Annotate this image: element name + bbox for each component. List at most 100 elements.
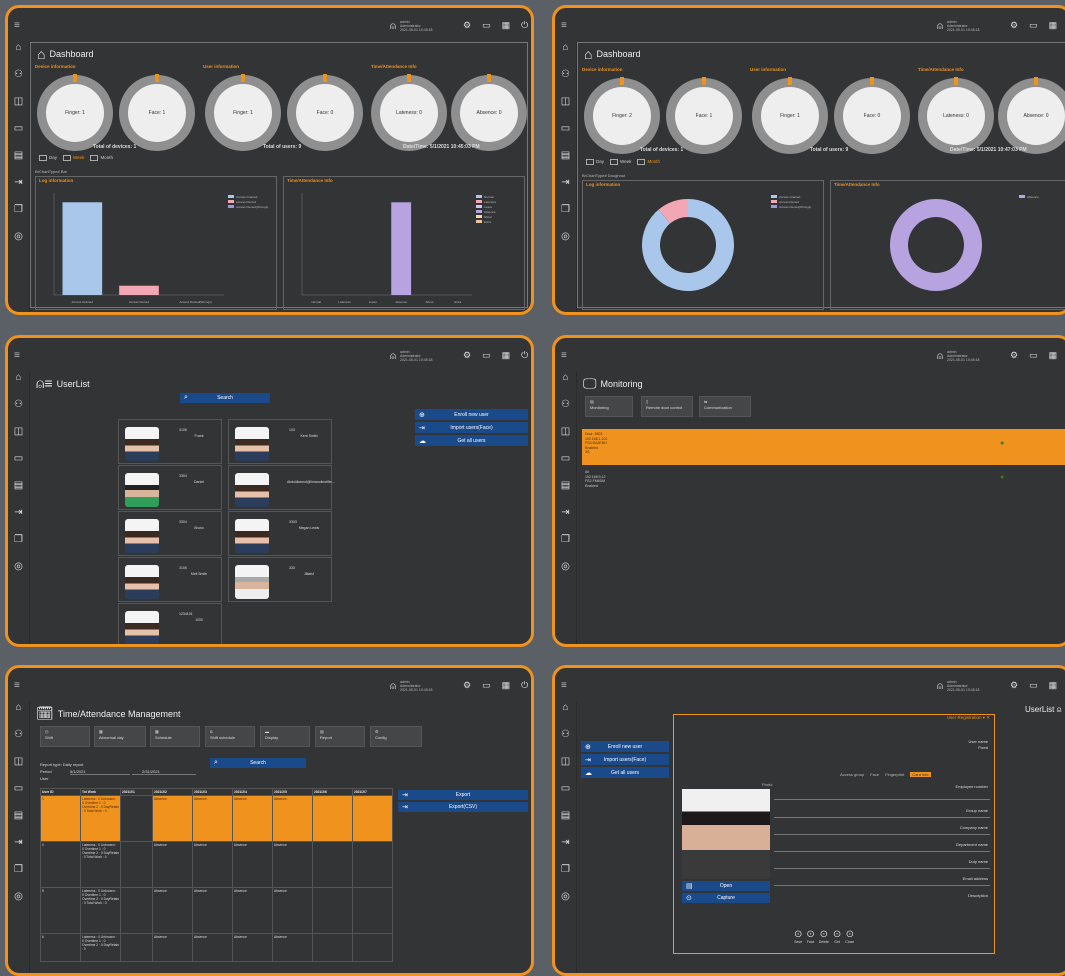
globe-icon[interactable]: ◎ <box>555 561 576 588</box>
user-card[interactable]: 3106 Frank <box>118 419 222 464</box>
calendar-icon[interactable]: ▦ <box>1049 350 1058 361</box>
gear-icon[interactable]: ⚙ <box>463 20 471 31</box>
get-button[interactable]: ⊙ Get <box>833 929 841 944</box>
report-icon[interactable]: ▤ <box>8 810 29 837</box>
search-button[interactable]: ⌕ Search <box>210 758 306 768</box>
calendar-icon[interactable]: ▦ <box>502 350 511 361</box>
abnormal-day-button[interactable]: ▦ Abnormal day <box>94 726 146 747</box>
menu-icon[interactable]: ≡ <box>14 680 20 691</box>
export-button[interactable]: ⇥ Export <box>398 790 528 800</box>
user-card[interactable]: 3303 Megan Lewis <box>228 511 332 556</box>
access-group-button[interactable]: Access group <box>840 772 864 777</box>
device-icon[interactable]: ◫ <box>555 426 576 453</box>
exit-icon[interactable]: ⇥ <box>555 507 576 534</box>
report-type-select[interactable]: Report type: Daily report <box>40 762 83 767</box>
gear-icon[interactable]: ⚙ <box>1010 680 1018 691</box>
users-icon[interactable]: ⚇ <box>8 69 29 96</box>
user-card[interactable]: Abdoliikamol@ilmanoilnotifie... <box>228 465 335 510</box>
save-button[interactable]: ⊙ Save <box>794 929 802 944</box>
user-card[interactable]: 1234101 1000 <box>118 603 222 644</box>
close-button[interactable]: ⊙ Close <box>845 929 854 944</box>
device-icon[interactable]: ◫ <box>555 756 576 783</box>
menu-icon[interactable]: ≡ <box>14 20 20 31</box>
globe-icon[interactable]: ◎ <box>8 231 29 258</box>
home-icon[interactable]: ⌂ <box>8 372 29 399</box>
fixed-field[interactable]: Fixed <box>978 745 988 750</box>
monitor-icon[interactable]: ▭ <box>482 20 491 31</box>
device-icon[interactable]: ◫ <box>8 756 29 783</box>
config-button[interactable]: ⚙ Config <box>370 726 422 747</box>
device-icon[interactable]: ◫ <box>555 96 576 123</box>
home-icon[interactable]: ⌂ <box>555 42 576 69</box>
power-icon[interactable]: ⏻ <box>521 680 528 691</box>
exit-icon[interactable]: ⇥ <box>8 837 29 864</box>
chart-type-label[interactable]: BrChartType# Doughnut <box>582 173 625 178</box>
monitor-icon[interactable]: ▭ <box>555 453 576 480</box>
get-all-users-button[interactable]: ☁ Get all users <box>415 435 528 446</box>
exit-icon[interactable]: ⇥ <box>555 177 576 204</box>
capture-button[interactable]: ⊙ Capture <box>682 893 770 903</box>
users-icon[interactable]: ⚇ <box>8 729 29 756</box>
enroll-user-button[interactable]: ⊕ Enroll new user <box>415 409 528 420</box>
user-info[interactable]: ⍝ admin Administrator 2021-05-01 10:45:18 <box>390 680 433 692</box>
copy-icon[interactable]: ❐ <box>8 534 29 561</box>
calendar-icon[interactable]: ▦ <box>502 680 511 691</box>
monitor-icon[interactable]: ▭ <box>482 680 491 691</box>
home-icon[interactable]: ⌂ <box>8 702 29 729</box>
table-row[interactable]: 5 Lateness : 0 Unknown : 0 Overtime 1 : 0… <box>40 887 393 934</box>
duty-name-field[interactable]: Duty name <box>969 859 988 864</box>
face-scan-button[interactable]: ⊙ Face <box>806 929 814 944</box>
open-button[interactable]: ▤ Open <box>682 881 770 891</box>
gear-icon[interactable]: ⚙ <box>463 680 471 691</box>
delete-button[interactable]: ⊙ Delete <box>819 929 829 944</box>
monitoring-button[interactable]: ▤ Monitoring <box>585 396 633 417</box>
schedule-button[interactable]: ▦ Schedule <box>150 726 200 747</box>
monitor-icon[interactable]: ▭ <box>8 783 29 810</box>
end-date-input[interactable]: 2/31/2021 <box>132 769 196 775</box>
user-card[interactable]: 333 Jittaful <box>228 557 332 602</box>
report-button[interactable]: ▤ Report <box>315 726 365 747</box>
tab-month[interactable]: Month <box>637 159 660 165</box>
get-all-users-button[interactable]: ☁ Get all users <box>581 767 669 778</box>
user-info[interactable]: ⍝ admin Administrator 2021-05-01 10:45:18 <box>937 350 980 362</box>
tab-week[interactable]: Week <box>610 159 631 165</box>
globe-icon[interactable]: ◎ <box>8 561 29 588</box>
exit-icon[interactable]: ⇥ <box>8 507 29 534</box>
report-icon[interactable]: ▤ <box>555 480 576 507</box>
monitor-icon[interactable]: ▭ <box>1029 350 1038 361</box>
monitor-icon[interactable]: ▭ <box>1029 20 1038 31</box>
monitor-icon[interactable]: ▭ <box>555 783 576 810</box>
tab-day[interactable]: Day <box>39 155 57 161</box>
face-button[interactable]: Face <box>870 772 879 777</box>
report-icon[interactable]: ▤ <box>8 150 29 177</box>
report-icon[interactable]: ▤ <box>555 810 576 837</box>
company-name-field[interactable]: Company name <box>960 825 988 830</box>
copy-icon[interactable]: ❐ <box>555 534 576 561</box>
user-info[interactable]: ⍝ admin Administrator 2021-05-01 10:45:18 <box>937 680 980 692</box>
calendar-icon[interactable]: ▦ <box>1049 680 1058 691</box>
home-icon[interactable]: ⌂ <box>555 372 576 399</box>
chart-type-label[interactable]: BrChartType# Bar <box>35 169 67 174</box>
device-icon[interactable]: ◫ <box>8 426 29 453</box>
calendar-icon[interactable]: ▦ <box>502 20 511 31</box>
report-icon[interactable]: ▤ <box>555 150 576 177</box>
menu-icon[interactable]: ≡ <box>561 350 567 361</box>
copy-icon[interactable]: ❐ <box>8 864 29 891</box>
description-field[interactable]: Description <box>968 893 988 898</box>
remote-door-button[interactable]: ▯ Remote door control <box>641 396 693 417</box>
users-icon[interactable]: ⚇ <box>555 729 576 756</box>
monitor-icon[interactable]: ▭ <box>8 123 29 150</box>
exit-icon[interactable]: ⇥ <box>555 837 576 864</box>
table-row[interactable]: 4 Lateness : 0 Unknown : 0 Overtime 1 : 0… <box>40 841 393 888</box>
gear-icon[interactable]: ⚙ <box>463 350 471 361</box>
communication-button[interactable]: ⇆ Communication <box>699 396 751 417</box>
employee-number-field[interactable]: Employee number <box>956 784 988 789</box>
group-name-field[interactable]: Group name <box>966 808 988 813</box>
table-row[interactable]: 6 Lateness : 0 Unknown : 0 Overtime 1 : 0… <box>40 933 393 962</box>
copy-icon[interactable]: ❐ <box>555 204 576 231</box>
user-name-field[interactable]: User name <box>968 739 988 744</box>
home-icon[interactable]: ⌂ <box>555 702 576 729</box>
email-field[interactable]: Email address <box>963 876 988 881</box>
import-users-button[interactable]: ⇥ Import users(Face) <box>415 422 528 433</box>
enroll-user-button[interactable]: ⊕ Enroll new user <box>581 741 669 752</box>
